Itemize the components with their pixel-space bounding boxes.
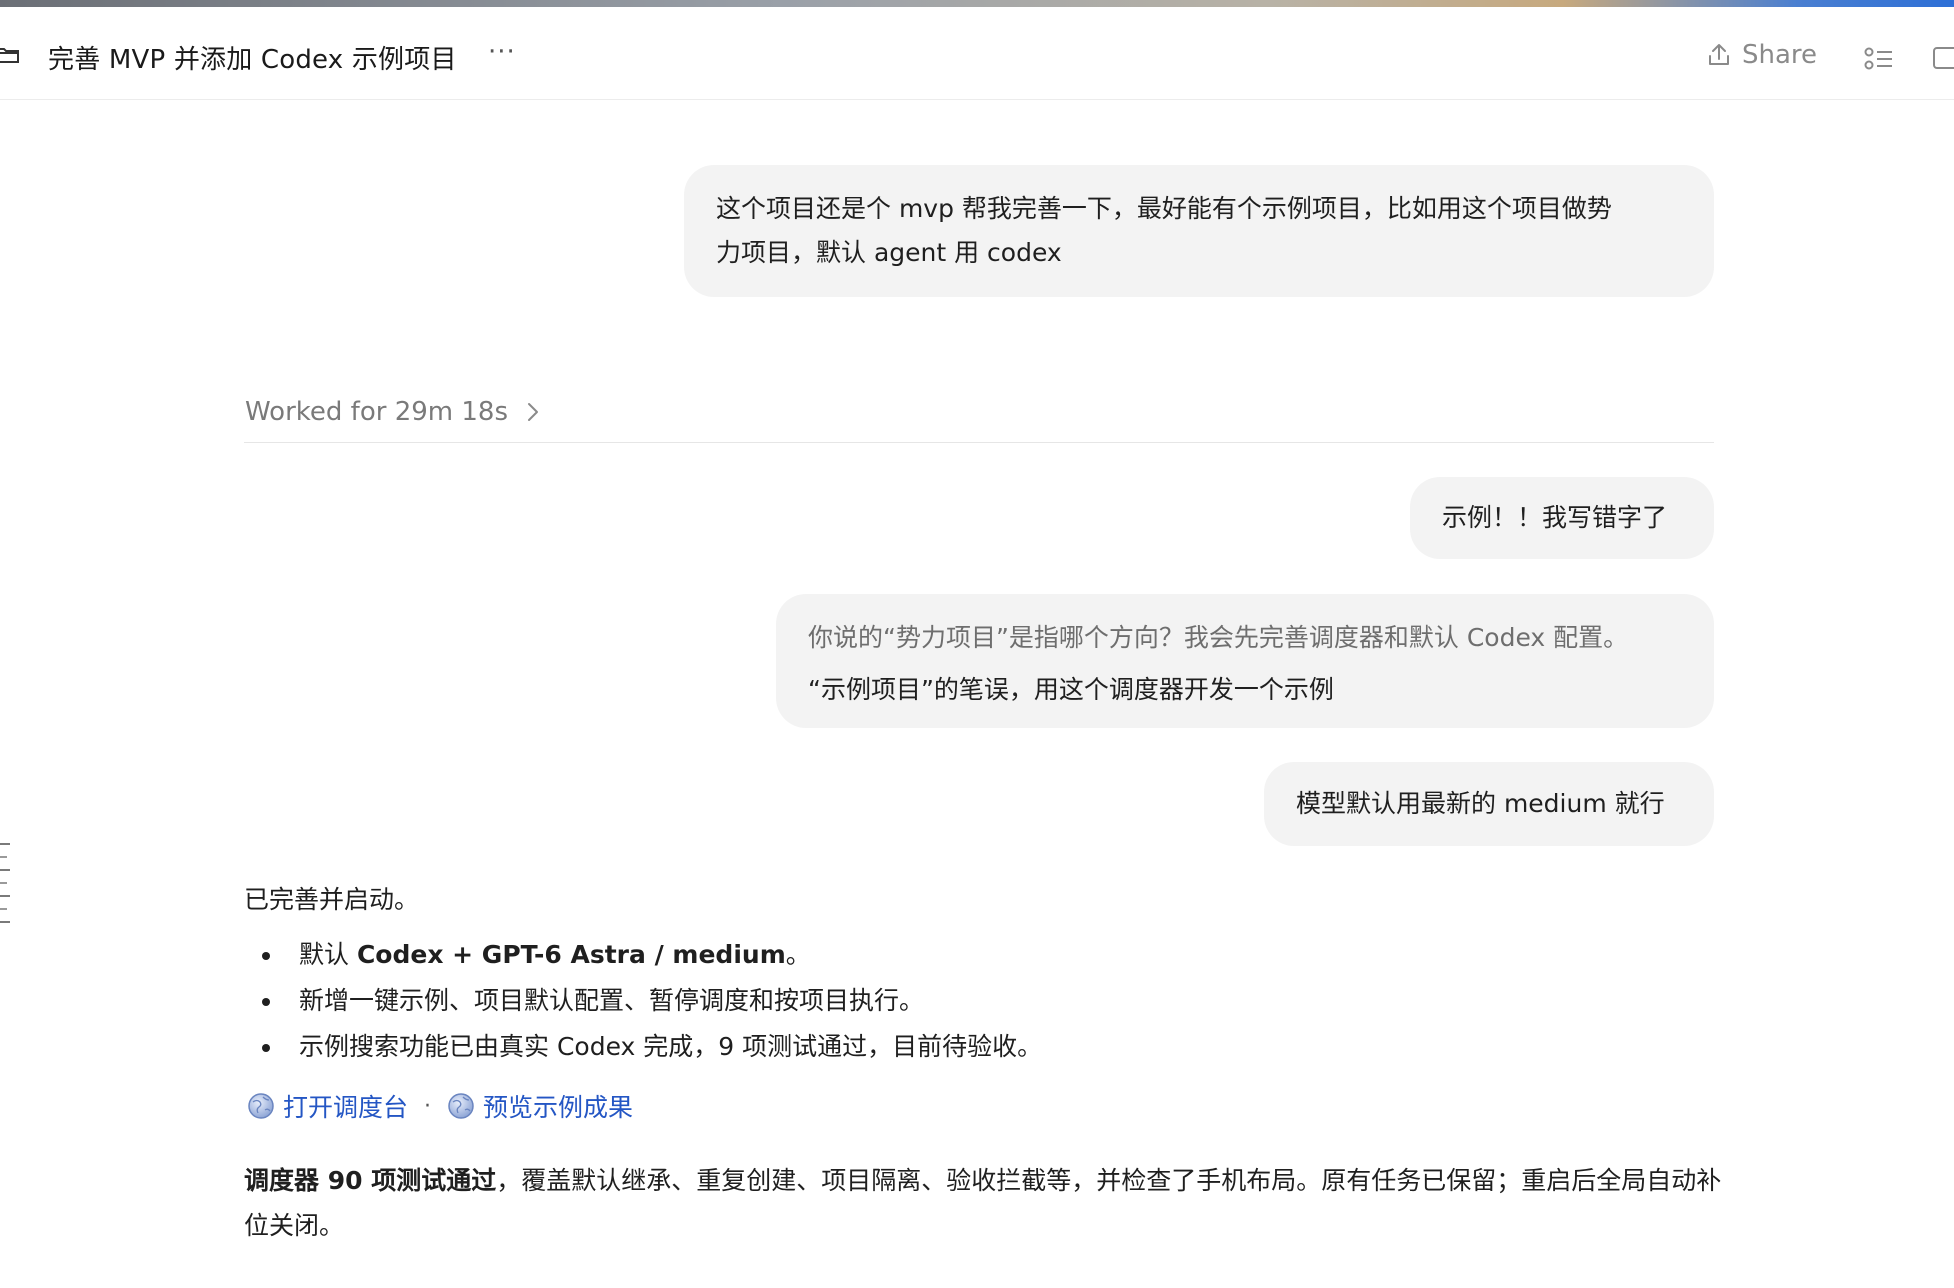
page-title: 完善 MVP 并添加 Codex 示例项目 bbox=[48, 45, 457, 75]
list-icon[interactable] bbox=[1864, 45, 1894, 73]
list-item: 新增一键示例、项目默认配置、暂停调度和按项目执行。 bbox=[244, 978, 1042, 1024]
link-row: 打开调度台 · 预览示例成果 bbox=[247, 1088, 633, 1124]
globe-icon bbox=[448, 1093, 474, 1119]
header-bar: 完善 MVP 并添加 Codex 示例项目 ··· Share bbox=[0, 7, 1954, 100]
outline-handle[interactable] bbox=[0, 843, 12, 934]
user-message-3-text: 模型默认用最新的 medium 就行 bbox=[1296, 789, 1665, 818]
worked-label: Worked for 29m 18s bbox=[245, 397, 508, 427]
user-message-2-text: 示例！！我写错字了 bbox=[1442, 503, 1668, 532]
list-item: 示例搜索功能已由真实 Codex 完成，9 项测试通过，目前待验收。 bbox=[244, 1024, 1042, 1070]
user-message-1-line1: 这个项目还是个 mvp 帮我完善一下，最好能有个示例项目，比如用这个项目做势 bbox=[716, 194, 1612, 223]
worked-duration-toggle[interactable]: Worked for 29m 18s bbox=[245, 392, 540, 432]
user-answer: “示例项目”的笔误，用这个调度器开发一个示例 bbox=[808, 675, 1334, 704]
reply-bullet-list: 默认 Codex + GPT-6 Astra / medium。 新增一键示例、… bbox=[244, 932, 1042, 1070]
section-divider bbox=[244, 442, 1714, 443]
assistant-question: 你说的“势力项目”是指哪个方向？我会先完善调度器和默认 Codex 配置。 bbox=[808, 623, 1629, 652]
share-label: Share bbox=[1742, 40, 1818, 70]
preview-example-link[interactable]: 预览示例成果 bbox=[447, 1088, 633, 1124]
reply-summary: 调度器 90 项测试通过，覆盖默认继承、重复创建、项目隔离、验收拦截等，并检查了… bbox=[244, 1158, 1724, 1248]
user-message-2: 示例！！我写错字了 bbox=[1410, 477, 1714, 559]
preview-example-label: 预览示例成果 bbox=[483, 1093, 634, 1122]
user-message-3: 模型默认用最新的 medium 就行 bbox=[1264, 762, 1714, 846]
open-dispatcher-link[interactable]: 打开调度台 bbox=[247, 1088, 408, 1124]
window-top-strip bbox=[0, 0, 1954, 7]
share-icon bbox=[1709, 44, 1729, 65]
panel-icon[interactable] bbox=[1932, 45, 1954, 71]
user-message-1-line2: 力项目，默认 agent 用 codex bbox=[716, 238, 1062, 267]
globe-icon bbox=[248, 1093, 274, 1119]
open-dispatcher-label: 打开调度台 bbox=[283, 1093, 409, 1122]
summary-bold: 调度器 90 项测试通过 bbox=[244, 1166, 497, 1195]
list-item: 默认 Codex + GPT-6 Astra / medium。 bbox=[244, 932, 1042, 978]
link-separator: · bbox=[424, 1093, 432, 1119]
user-message-1: 这个项目还是个 mvp 帮我完善一下，最好能有个示例项目，比如用这个项目做势 力… bbox=[684, 165, 1714, 297]
more-options-button[interactable]: ··· bbox=[488, 37, 516, 67]
question-answer-bubble: 你说的“势力项目”是指哪个方向？我会先完善调度器和默认 Codex 配置。 “示… bbox=[776, 594, 1714, 728]
chevron-right-icon bbox=[528, 403, 538, 421]
reply-intro: 已完善并启动。 bbox=[244, 885, 420, 914]
model-name: Codex + GPT-6 Astra / medium bbox=[356, 940, 786, 969]
folder-icon[interactable] bbox=[0, 44, 22, 66]
share-button[interactable]: Share bbox=[1706, 37, 1817, 73]
